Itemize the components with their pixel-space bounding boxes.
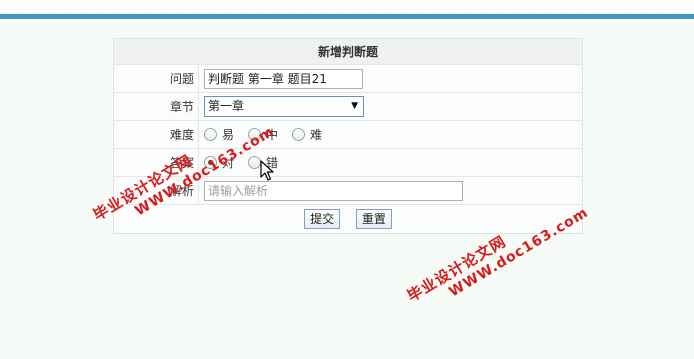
radio-checked-icon[interactable] — [204, 155, 217, 169]
chapter-select[interactable]: 第一章 ▼ — [204, 96, 364, 117]
mouse-pointer-icon — [260, 160, 274, 181]
radio-icon[interactable] — [204, 127, 217, 141]
difficulty-option-easy[interactable]: 易 — [204, 126, 234, 143]
difficulty-row: 难度 易 中 难 — [114, 120, 582, 149]
radio-icon[interactable] — [248, 127, 262, 141]
form-title-row: 新增判断题 — [114, 39, 582, 65]
add-true-false-form: 新增判断题 问题 判断题 第一章 题目21 章节 第一章 ▼ 难度 易 中 难 … — [113, 38, 583, 234]
top-header — [0, 0, 694, 22]
difficulty-label: 难度 — [114, 120, 199, 149]
analysis-label: 解析 — [114, 176, 199, 205]
answer-radio-group: 对 错 — [204, 154, 292, 171]
chapter-row: 章节 第一章 ▼ — [114, 92, 582, 121]
buttons-row: 提交 重置 — [114, 205, 582, 234]
difficulty-radio-group: 易 中 难 — [204, 126, 336, 143]
question-label: 问题 — [114, 64, 199, 93]
reset-button[interactable]: 重置 — [355, 209, 392, 229]
chapter-selected-value: 第一章 — [208, 99, 245, 113]
question-input[interactable]: 判断题 第一章 题目21 — [204, 68, 363, 89]
form-table: 新增判断题 问题 判断题 第一章 题目21 章节 第一章 ▼ 难度 易 中 难 … — [114, 39, 582, 233]
analysis-row: 解析 请输入解析 — [114, 176, 582, 205]
difficulty-option-hard[interactable]: 难 — [292, 126, 322, 143]
answer-label: 答案 — [114, 148, 199, 177]
answer-row: 答案 对 错 — [114, 148, 582, 177]
submit-button[interactable]: 提交 — [304, 209, 341, 229]
question-row: 问题 判断题 第一章 题目21 — [114, 64, 582, 93]
radio-icon[interactable] — [292, 127, 306, 141]
chapter-label: 章节 — [114, 92, 199, 121]
analysis-input[interactable]: 请输入解析 — [204, 180, 463, 201]
caret-down-icon: ▼ — [351, 101, 358, 111]
form-title: 新增判断题 — [114, 39, 582, 65]
header-accent-stripe — [0, 14, 694, 19]
difficulty-option-medium[interactable]: 中 — [248, 126, 278, 143]
answer-option-true[interactable]: 对 — [204, 154, 234, 171]
